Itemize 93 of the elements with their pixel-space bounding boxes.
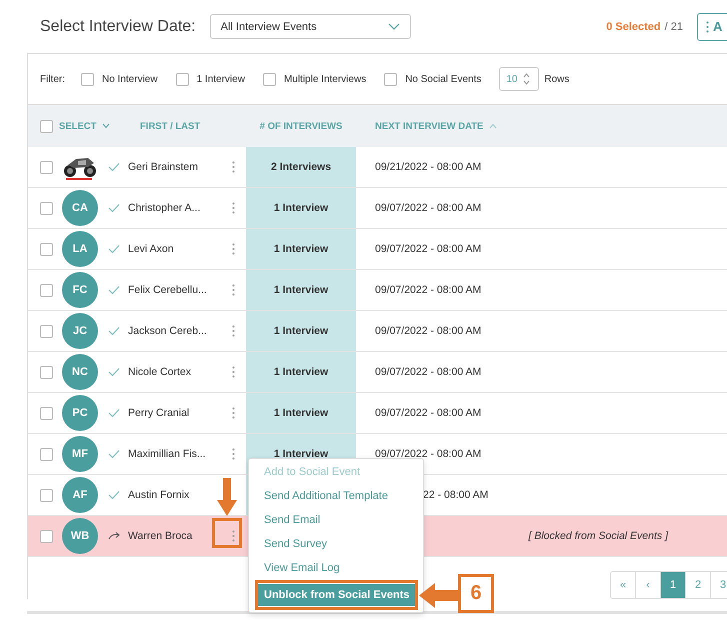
checkmark-icon	[108, 162, 120, 172]
down-arrow-icon	[217, 478, 237, 516]
highlight-frame	[212, 518, 242, 548]
avatar: LA	[62, 231, 98, 267]
avatar: WB	[62, 518, 98, 554]
interviews-cell: 1 Interview	[274, 366, 328, 378]
row-checkbox[interactable]	[40, 160, 53, 174]
interviews-cell: 1 Interview	[274, 202, 328, 214]
total-count: / 21	[664, 20, 683, 32]
date-cell: 09/21/2022 - 08:00 AM	[375, 161, 482, 173]
name-cell: Austin Fornix	[128, 489, 190, 501]
filter-checkbox[interactable]	[262, 72, 276, 86]
page-button[interactable]: «	[611, 572, 636, 598]
date-cell: 09/07/2022 - 08:00 AM	[375, 448, 482, 460]
row-checkbox[interactable]	[40, 530, 53, 542]
interviews-cell: 1 Interview	[274, 407, 328, 419]
checkmark-icon	[108, 244, 120, 254]
checkmark-icon	[108, 326, 120, 336]
date-cell: 22 - 08:00 AM	[423, 489, 488, 501]
menu-item[interactable]: Unblock from Social Events	[256, 584, 416, 606]
name-cell: Perry Cranial	[128, 407, 190, 419]
interviews-cell: 1 Interview	[274, 325, 328, 337]
menu-item[interactable]: Send Survey	[249, 532, 423, 556]
blocked-note: [ Blocked from Social Events ]	[528, 530, 668, 542]
avatar: CA	[62, 190, 98, 226]
actions-button[interactable]: A	[697, 12, 727, 40]
date-label: Select Interview Date:	[40, 18, 196, 36]
selected-count: 0 Selected	[606, 20, 661, 32]
checkmark-icon	[108, 285, 120, 295]
page-button[interactable]: 1	[661, 572, 686, 598]
checkmark-icon	[108, 203, 120, 213]
rows-spinner[interactable]: 10	[499, 67, 540, 91]
column-header[interactable]: SELECT	[59, 120, 96, 132]
interviews-cell: 1 Interview	[274, 284, 328, 296]
avatar: NC	[62, 354, 98, 390]
checkmark-icon	[108, 449, 120, 459]
select-all-checkbox[interactable]	[40, 120, 53, 132]
interviews-cell: 2 Interviews	[270, 161, 332, 173]
name-cell: Geri Brainstem	[128, 161, 198, 173]
interviews-cell: 1 Interview	[274, 448, 328, 460]
column-header[interactable]: NEXT INTERVIEW DATE	[375, 120, 484, 132]
name-cell: Warren Broca	[128, 530, 192, 542]
avatar: JC	[62, 313, 98, 349]
name-cell: Nicole Cortex	[128, 366, 192, 378]
avatar: MF	[62, 436, 98, 472]
row-checkbox[interactable]	[40, 406, 53, 420]
rows-label: Rows	[544, 74, 570, 84]
chevron-down-icon[interactable]	[388, 22, 400, 30]
row-checkbox[interactable]	[40, 202, 53, 214]
filter-option-label: 1 Interview	[196, 74, 245, 84]
date-dropdown[interactable]: All Interview Events	[210, 14, 411, 39]
date-cell: 09/07/2022 - 08:00 AM	[375, 202, 482, 214]
menu-item[interactable]: Send Email	[249, 508, 423, 532]
checkmark-icon	[108, 490, 120, 500]
curved-arrow-icon	[108, 531, 120, 541]
name-cell: Maximillian Fis...	[128, 448, 206, 460]
date-cell: 09/07/2022 - 08:00 AM	[375, 243, 482, 255]
row-checkbox[interactable]	[40, 242, 53, 256]
name-cell: Levi Axon	[128, 243, 174, 255]
avatar: FC	[62, 272, 98, 308]
row-checkbox[interactable]	[40, 324, 53, 338]
date-cell: 09/07/2022 - 08:00 AM	[375, 284, 482, 296]
filter-option-label: No Social Events	[405, 74, 482, 84]
avatar: PC	[62, 395, 98, 431]
left-arrow-icon	[419, 583, 459, 608]
filter-option-label: Multiple Interviews	[284, 74, 366, 84]
menu-item[interactable]: View Email Log	[249, 556, 423, 580]
row-checkbox[interactable]	[40, 284, 53, 296]
name-cell: Christopher A...	[128, 202, 200, 214]
checkmark-icon	[108, 367, 120, 377]
step-number: 6	[458, 574, 494, 613]
more-options-icon	[706, 20, 709, 32]
interviews-cell: 1 Interview	[274, 243, 328, 255]
row-checkbox[interactable]	[40, 448, 53, 460]
column-header[interactable]: # OF INTERVIEWS	[260, 120, 342, 132]
checkmark-icon	[108, 408, 120, 418]
filter-checkbox[interactable]	[384, 72, 398, 86]
chevron-icon[interactable]	[102, 123, 110, 129]
filter-option-label: No Interview	[102, 74, 158, 84]
date-cell: 09/07/2022 - 08:00 AM	[375, 325, 482, 337]
menu-item[interactable]: Send Additional Template	[249, 484, 423, 508]
row-checkbox[interactable]	[40, 366, 53, 378]
name-cell: Jackson Cereb...	[128, 325, 207, 337]
name-cell: Felix Cerebellu...	[128, 284, 207, 296]
sort-icon[interactable]	[489, 123, 498, 129]
date-cell: 09/07/2022 - 08:00 AM	[375, 407, 482, 419]
filter-label: Filter:	[40, 74, 65, 84]
filter-checkbox[interactable]	[176, 72, 189, 86]
row-checkbox[interactable]	[40, 488, 53, 502]
date-cell: 09/07/2022 - 08:00 AM	[375, 366, 482, 378]
avatar: AF	[62, 477, 98, 513]
column-header[interactable]: FIRST / LAST	[140, 120, 200, 132]
filter-checkbox[interactable]	[81, 72, 94, 86]
